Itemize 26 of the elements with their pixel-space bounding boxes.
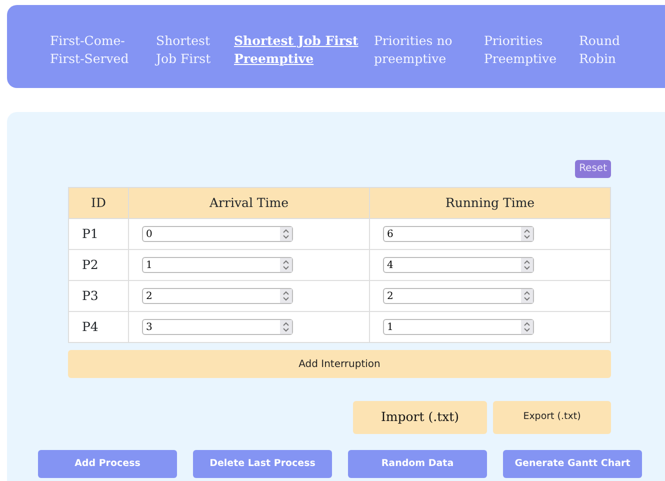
import-button[interactable]: Import (.txt) [353,401,487,434]
number-field[interactable]: 2 [383,288,534,304]
number-field[interactable]: 3 [142,319,293,335]
process-id: P2 [82,256,98,272]
spinner-icon[interactable] [280,289,292,303]
spinner-icon[interactable] [280,227,292,241]
number-field[interactable]: 4 [383,257,534,273]
process-id: P1 [82,226,98,241]
spinner-icon[interactable] [521,320,533,334]
number-field[interactable]: 0 [142,226,293,242]
number-field[interactable]: 1 [142,257,293,273]
number-field[interactable]: 2 [142,288,293,304]
spinner-icon[interactable] [521,258,533,272]
spinner-icon[interactable] [521,289,533,303]
number-field[interactable]: 1 [383,319,534,335]
column-header: ID [68,188,128,218]
spinner-icon[interactable] [521,227,533,241]
add-interruption-button[interactable]: Add Interruption [68,350,611,378]
number-field[interactable]: 6 [383,226,534,242]
export-button[interactable]: Export (.txt) [493,401,611,434]
column-header: Running Time [370,188,610,218]
process-id: P4 [82,318,98,334]
column-header: Arrival Time [128,188,370,218]
spinner-icon[interactable] [280,320,292,334]
process-id: P3 [82,288,98,303]
spinner-icon[interactable] [280,258,292,272]
